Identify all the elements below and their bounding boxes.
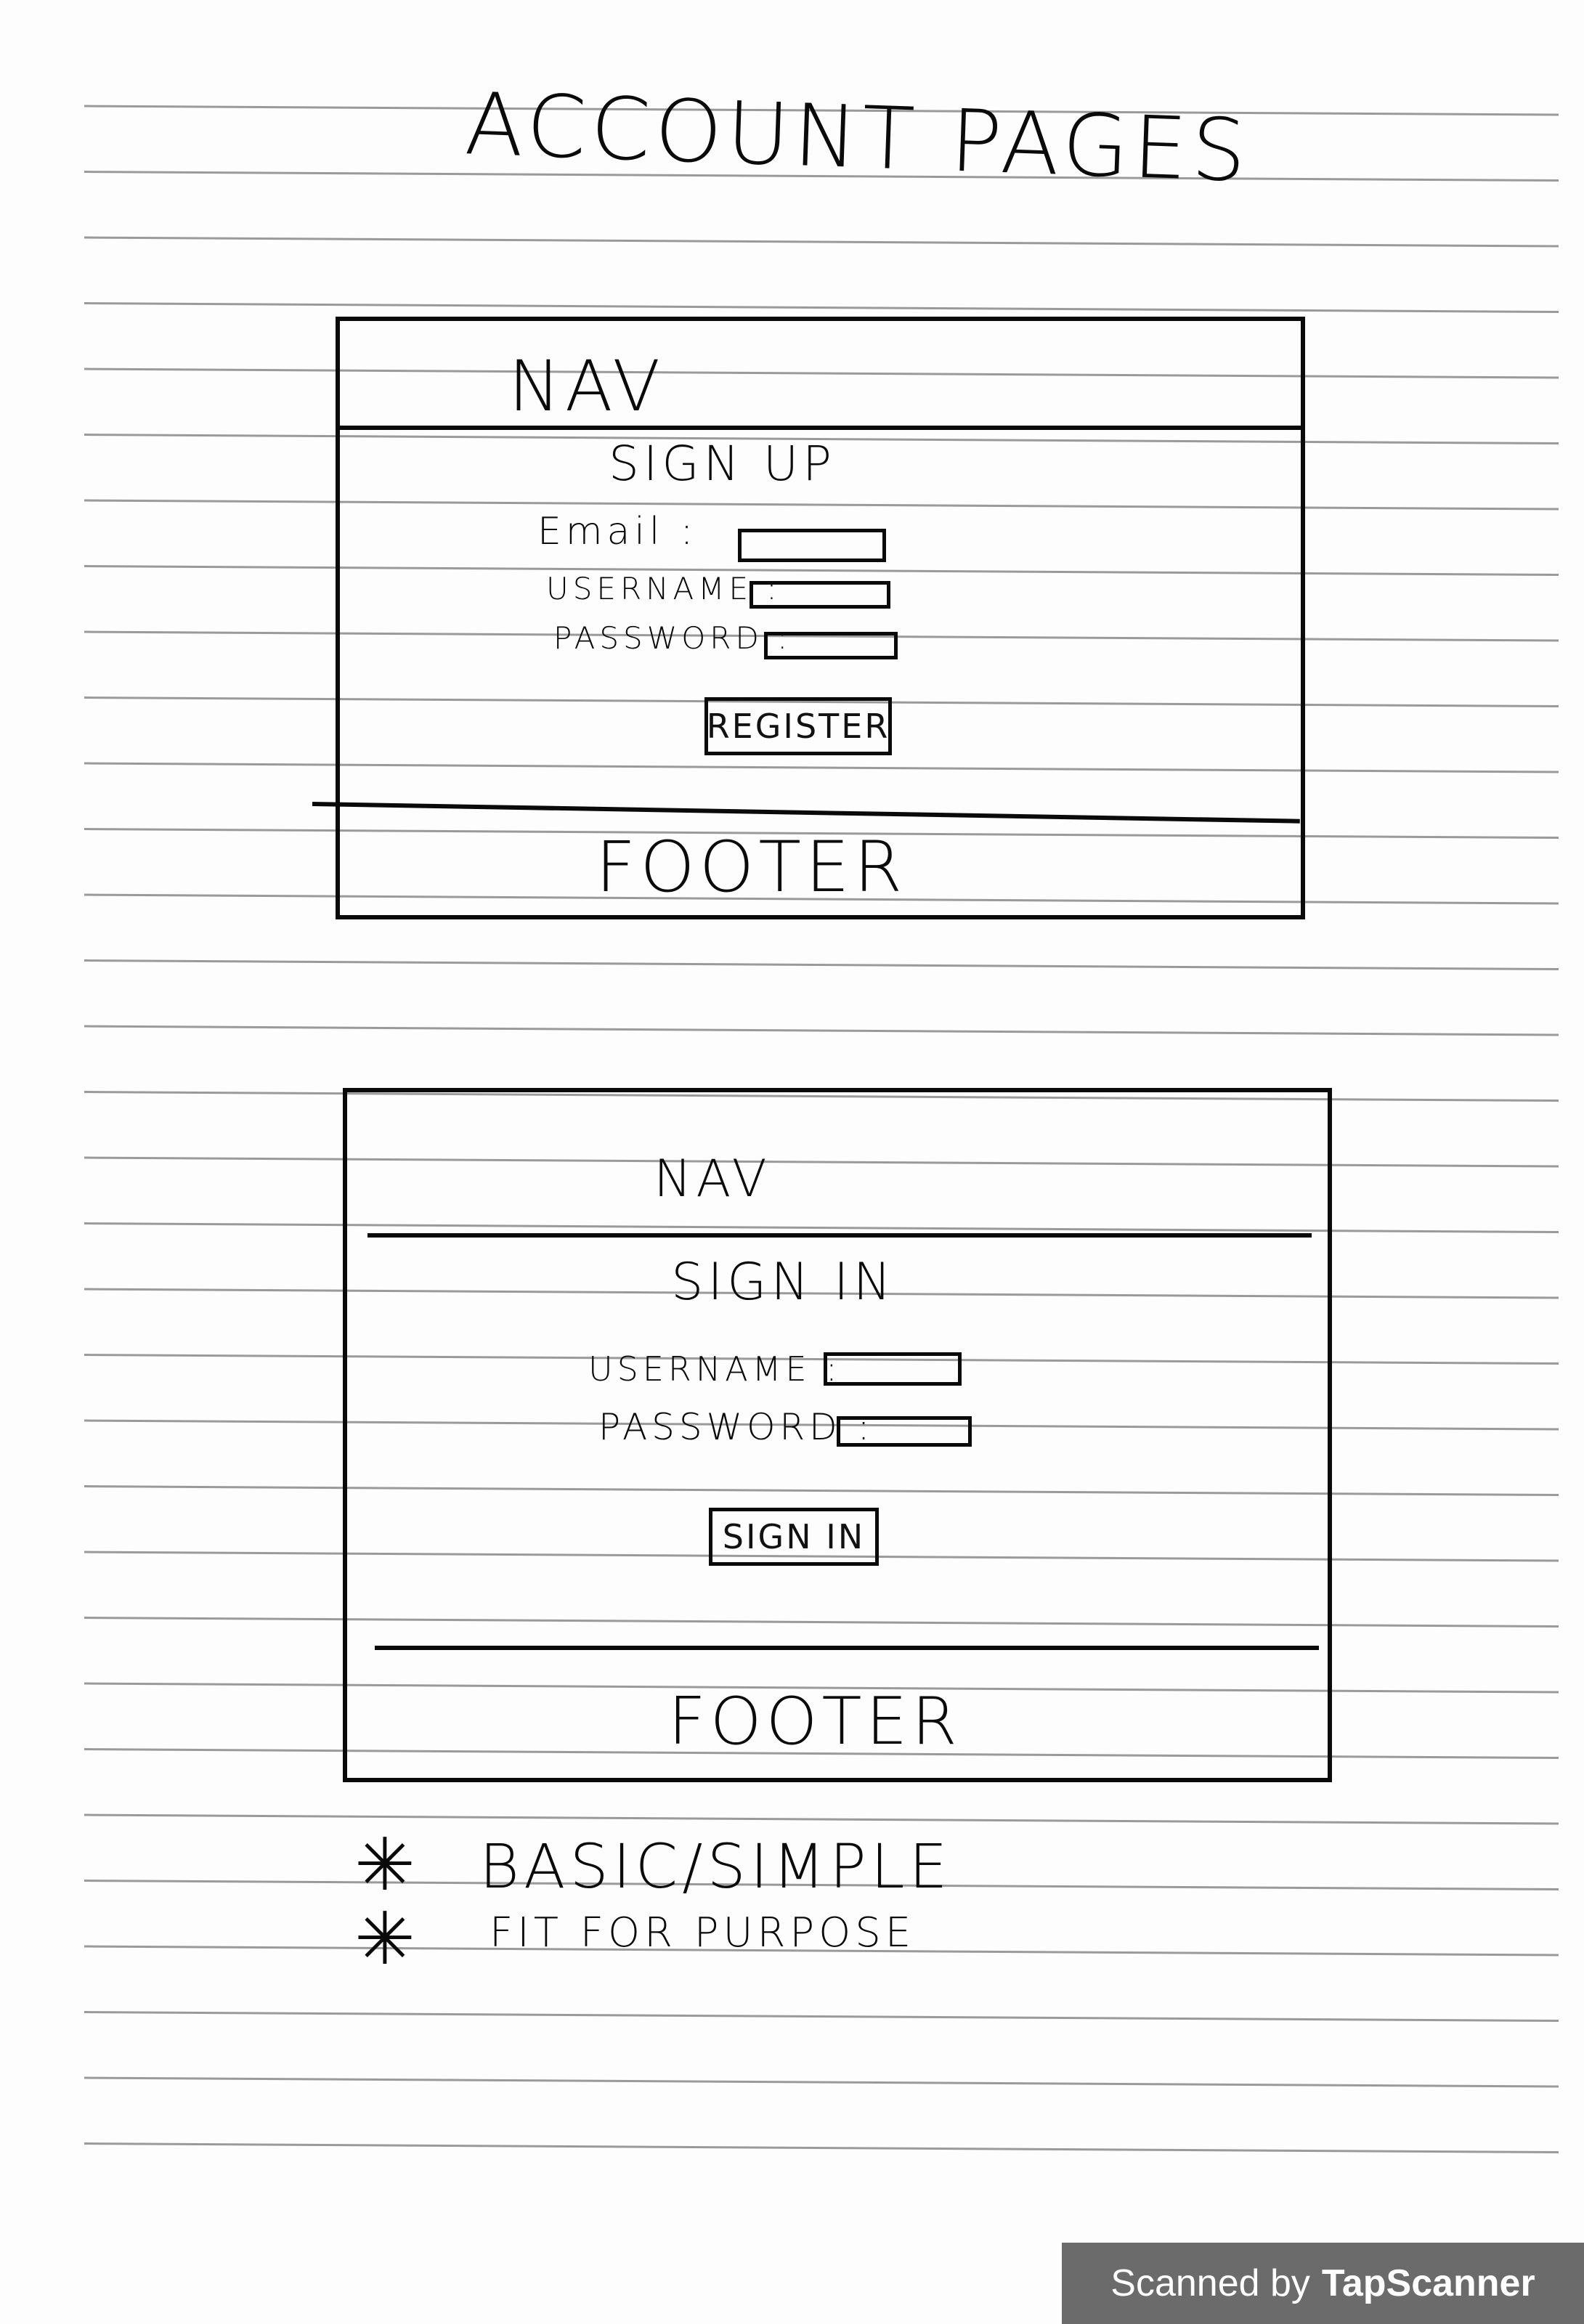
watermark-prefix: Scanned by	[1110, 2262, 1310, 2304]
ruled-line	[84, 302, 1559, 313]
scanner-watermark: Scanned by TapScanner	[1062, 2243, 1584, 2324]
signin-footer-label: FOOTER	[668, 1683, 962, 1760]
ruled-line	[84, 236, 1559, 248]
page-title: ACCOUNT PAGES	[463, 73, 1252, 201]
signin-password-input[interactable]	[837, 1416, 972, 1447]
signup-username-label: USERNAME :	[546, 571, 781, 606]
asterisk-icon: ✳	[354, 1896, 415, 1981]
signin-button[interactable]: SIGN IN	[709, 1508, 879, 1566]
watermark-brand: TapScanner	[1321, 2262, 1535, 2304]
signup-nav-label: NAV	[508, 346, 665, 427]
signin-username-input[interactable]	[824, 1352, 962, 1386]
note-fit-for-purpose: FIT FOR PURPOSE	[490, 1909, 916, 1957]
signup-password-input[interactable]	[764, 632, 898, 659]
register-button[interactable]: REGISTER	[704, 697, 892, 755]
ruled-line	[84, 1813, 1559, 1825]
note-basic-simple: BASIC/SIMPLE	[479, 1831, 952, 1902]
signup-heading: SIGN UP	[609, 436, 836, 492]
ruled-line	[84, 959, 1559, 970]
signin-footer-divider	[375, 1646, 1319, 1650]
notebook-page: ACCOUNT PAGES NAV SIGN UP Email : USERNA…	[0, 0, 1584, 2324]
signin-nav-label: NAV	[654, 1149, 771, 1208]
signup-email-label: Email :	[537, 510, 698, 553]
signup-username-input[interactable]	[750, 581, 890, 609]
ruled-line	[84, 2142, 1559, 2153]
signin-heading: SIGN IN	[671, 1252, 895, 1312]
ruled-line	[84, 2076, 1559, 2088]
signin-password-label: PASSWORD :	[598, 1406, 874, 1448]
ruled-line	[84, 1025, 1559, 1036]
signin-nav-divider	[367, 1233, 1312, 1238]
ruled-line	[84, 2011, 1559, 2022]
asterisk-icon: ✳	[354, 1822, 415, 1907]
signup-password-label: PASSWORD :	[553, 620, 792, 656]
signin-username-label: USERNAME :	[588, 1349, 842, 1389]
signup-footer-label: FOOTER	[596, 826, 907, 908]
signup-nav-divider	[340, 426, 1301, 430]
signup-email-input[interactable]	[738, 529, 886, 562]
